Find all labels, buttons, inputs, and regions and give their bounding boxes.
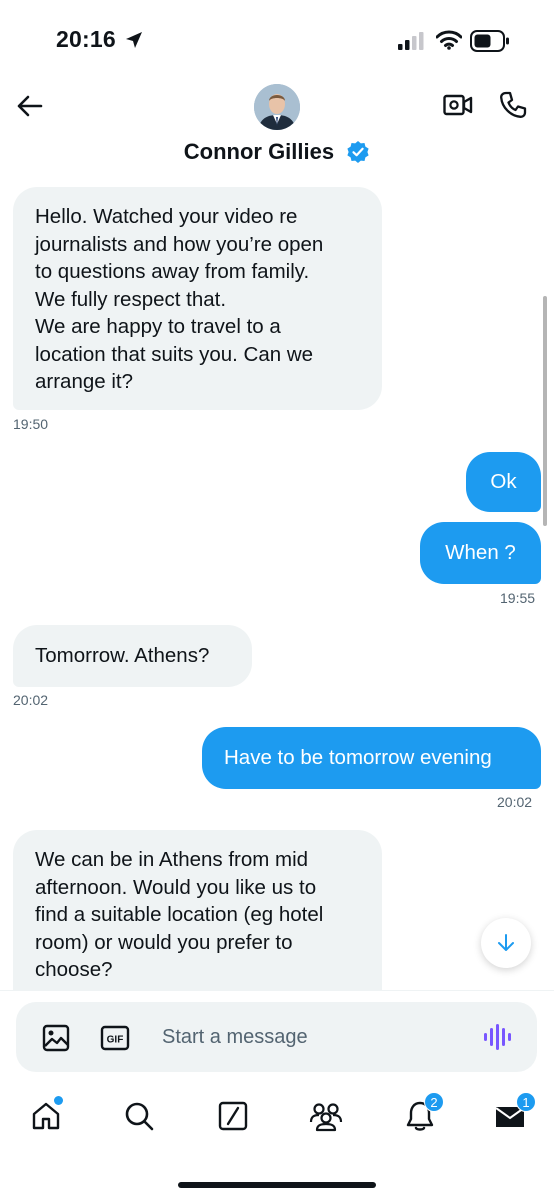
message-input[interactable] [162, 1020, 452, 1054]
bottom-tab-bar: 2 1 [0, 1090, 554, 1150]
location-arrow-icon [126, 32, 142, 48]
video-call-icon[interactable] [443, 92, 473, 118]
scrollbar[interactable] [543, 296, 547, 526]
tab-messages[interactable]: 1 [494, 1092, 536, 1137]
message-text: We can be in Athens from mid afternoon. … [35, 848, 324, 981]
message-text: Have to be tomorrow evening [224, 746, 492, 769]
contact-name-text: Connor Gillies [183, 139, 335, 165]
communities-icon [309, 1103, 343, 1132]
message-bubble-outgoing[interactable]: Ok [466, 452, 541, 512]
tab-communities[interactable] [309, 1100, 343, 1137]
grok-icon [218, 1101, 248, 1131]
message-text: Tomorrow. Athens? [35, 644, 210, 667]
tab-search[interactable] [123, 1100, 155, 1137]
message-bubble-outgoing[interactable]: Have to be tomorrow evening [202, 727, 541, 789]
message-bubble-incoming[interactable]: Hello. Watched your video re journalists… [13, 187, 382, 410]
contact-name: Connor Gillies [0, 138, 554, 165]
message-text: Hello. Watched your video re journalists… [35, 205, 324, 393]
messages-badge: 1 [516, 1092, 536, 1112]
tab-notifications[interactable]: 2 [404, 1092, 444, 1137]
message-timestamp: 19:50 [13, 416, 49, 432]
battery-icon [470, 30, 509, 52]
verified-badge-icon [347, 141, 369, 164]
status-time: 20:16 [56, 26, 116, 52]
message-text: When ? [445, 541, 516, 564]
gif-icon[interactable]: GIF [100, 1024, 130, 1052]
phone-call-icon[interactable] [498, 90, 528, 120]
wifi-icon [436, 30, 462, 50]
tab-grok[interactable] [217, 1100, 249, 1137]
image-icon[interactable] [42, 1024, 70, 1052]
message-composer: GIF [16, 1002, 537, 1072]
tab-home[interactable] [30, 1096, 63, 1137]
message-bubble-incoming[interactable]: We can be in Athens from mid afternoon. … [13, 830, 382, 990]
status-bar: 20:16 [0, 0, 554, 80]
message-text: Ok [490, 470, 517, 493]
cellular-signal-icon [398, 32, 424, 50]
message-bubble-outgoing[interactable]: When ? [420, 522, 541, 584]
conversation-header: Connor Gillies [0, 80, 554, 180]
message-timestamp: 20:02 [497, 794, 533, 810]
composer-divider [0, 990, 554, 991]
voice-message-icon[interactable] [482, 1022, 512, 1052]
avatar[interactable] [254, 84, 300, 130]
notifications-badge: 2 [424, 1092, 444, 1112]
message-timestamp: 19:55 [500, 590, 536, 606]
message-bubble-incoming[interactable]: Tomorrow. Athens? [13, 625, 252, 687]
message-timestamp: 20:02 [13, 692, 49, 708]
search-icon [125, 1102, 154, 1131]
arrow-down-icon [498, 934, 514, 951]
home-new-indicator [54, 1096, 63, 1105]
home-indicator[interactable] [178, 1182, 376, 1188]
back-arrow-icon[interactable] [14, 90, 46, 122]
scroll-to-bottom-button[interactable] [481, 918, 531, 968]
gif-label: GIF [107, 1035, 124, 1046]
